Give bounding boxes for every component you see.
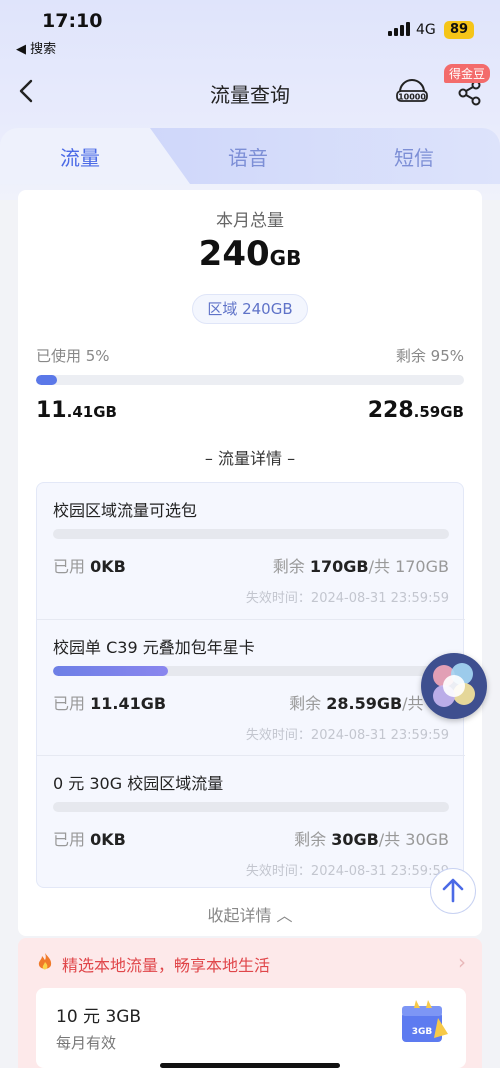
package-expire: 失效时间：2024-08-31 23:59:59 [245, 591, 449, 606]
tab-bar: 流量 语音 短信 [0, 128, 500, 184]
package-name: 校园区域流量可选包 [53, 501, 198, 520]
usage-card: 本月总量 240GB 区域 240GB 已使用 5% 剩余 95% 11.41G… [18, 190, 482, 936]
package-progress-bar [53, 529, 449, 539]
package-remain: 剩余 170GB/共 170GB [272, 557, 449, 576]
service-hotline-button[interactable]: 10000 [396, 78, 428, 106]
month-total-label: 本月总量 [216, 211, 284, 231]
signal-icon [388, 22, 410, 36]
detail-title: – 流量详情 – [204, 449, 296, 468]
network-type: 4G [416, 22, 436, 38]
package-item[interactable]: 校园区域流量可选包 已用 0KB 剩余 170GB/共 170GB 失效时间：2… [37, 483, 465, 619]
share-button[interactable] [456, 80, 484, 106]
package-remain: 剩余 30GB/共 30GB [294, 830, 449, 849]
usage-progress-bar [36, 375, 464, 385]
local-data-promo: 精选本地流量，畅享本地生活 › 10 元 3GB 每月有效 3GB [18, 938, 482, 1068]
tab-data[interactable]: 流量 [60, 142, 100, 171]
package-progress-fill [53, 666, 168, 676]
promo-title[interactable]: 精选本地流量，畅享本地生活 [62, 952, 270, 976]
remain-amount: 228.59GB [367, 398, 464, 423]
used-amount: 11.41GB [36, 398, 117, 423]
arrow-up-icon [442, 878, 464, 903]
data-package-icon: 3GB [402, 1000, 448, 1042]
used-percent: 已使用 5% [36, 347, 110, 365]
back-to-app-link[interactable]: ◀ 搜索 [16, 38, 56, 57]
package-expire: 失效时间：2024-08-31 23:59:59 [245, 864, 449, 879]
nav-bar: 流量查询 10000 得金豆 [0, 64, 500, 120]
offer-card[interactable]: 10 元 3GB 每月有效 3GB [36, 988, 466, 1068]
svg-text:3GB: 3GB [412, 1027, 433, 1037]
collapse-details-button[interactable]: 收起详情 ︿ [18, 902, 482, 926]
share-icon [458, 80, 481, 106]
battery-icon: 89 [444, 21, 474, 39]
tab-sms[interactable]: 短信 [394, 142, 434, 171]
status-time: 17:10 [42, 10, 103, 32]
floating-assistant-button[interactable] [421, 653, 487, 719]
fire-icon [38, 953, 52, 970]
gold-bean-badge[interactable]: 得金豆 [444, 64, 491, 83]
package-item[interactable]: 0 元 30G 校园区域流量 已用 0KB 剩余 30GB/共 30GB 失效时… [37, 755, 465, 891]
package-used: 已用 0KB [53, 830, 126, 849]
package-progress-bar [53, 802, 449, 812]
offer-subtitle: 每月有效 [56, 1034, 117, 1052]
package-used: 已用 0KB [53, 557, 126, 576]
usage-progress-fill [36, 375, 58, 385]
offer-title: 10 元 3GB [56, 1007, 142, 1027]
package-list: 校园区域流量可选包 已用 0KB 剩余 170GB/共 170GB 失效时间：2… [36, 482, 465, 891]
chevron-right-icon[interactable]: › [458, 950, 466, 974]
tab-voice[interactable]: 语音 [228, 142, 268, 171]
scroll-to-top-button[interactable] [430, 868, 476, 914]
month-total-value: 240GB [198, 234, 302, 274]
headset-icon: 10000 [396, 79, 428, 102]
package-name: 0 元 30G 校园区域流量 [53, 774, 224, 793]
package-progress-bar [53, 666, 449, 676]
status-bar: 17:10 ◀ 搜索 4G 89 [0, 0, 500, 60]
package-expire: 失效时间：2024-08-31 23:59:59 [245, 728, 449, 743]
package-item[interactable]: 校园单 C39 元叠加包年星卡 已用 11.41GB 剩余 28.59GB/共 … [37, 619, 465, 755]
home-indicator [160, 1063, 340, 1068]
package-used: 已用 11.41GB [53, 694, 167, 713]
package-name: 校园单 C39 元叠加包年星卡 [53, 638, 255, 657]
remain-percent: 剩余 95% [395, 347, 464, 365]
svg-text:10000: 10000 [398, 93, 426, 102]
region-pill: 区域 240GB [192, 294, 308, 324]
